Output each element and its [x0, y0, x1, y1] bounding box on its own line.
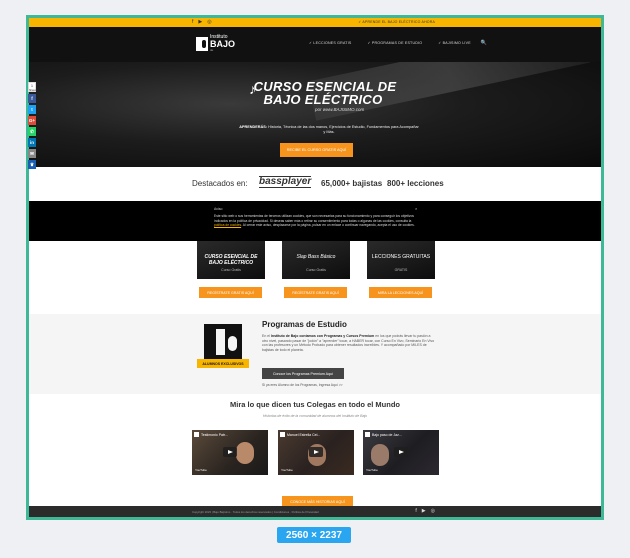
brand-bajistas: 65,000+ bajistas [321, 179, 383, 188]
share-twitter-icon[interactable]: t [28, 105, 36, 114]
play-icon[interactable] [309, 447, 323, 457]
nav-item-programas[interactable]: ✓ PROGRAMAS DE ESTUDIO [368, 41, 423, 46]
channel-logo-icon [280, 432, 285, 437]
browser-frame: f ▶ ◎ ✓ APRENDE EL BAJO ELÉCTRICO AHORA … [26, 15, 604, 520]
footer-social-links: f ▶ ◎ [415, 508, 435, 514]
register-slap-button[interactable]: REGÍSTRATE GRATIS AQUÍ [284, 287, 347, 298]
youtube-logo: YouTube [366, 468, 378, 472]
programs-text: En el Instituto de Bajo contamos con Pro… [262, 334, 435, 353]
cookie-notice: Aviso × Este sitio web o sus herramienta… [29, 201, 601, 241]
facebook-icon[interactable]: f [415, 508, 416, 514]
channel-logo-icon [365, 432, 370, 437]
youtube-logo: YouTube [281, 468, 293, 472]
testimonials-subheading: Historias de éxito de la comunidad de al… [262, 414, 368, 418]
main-nav: Instituto BAJO de ✓ LECCIONES GRATIS ✓ P… [29, 27, 601, 62]
top-cta-link[interactable]: ✓ APRENDE EL BAJO ELÉCTRICO AHORA [358, 20, 435, 24]
close-icon[interactable]: × [415, 206, 417, 211]
view-lecciones-button[interactable]: MIRA LA LECCIONES AQUÍ [369, 287, 432, 298]
share-whatsapp-icon[interactable]: ✆ [28, 127, 36, 136]
exclusive-ribbon: ALUMNOS EXCLUSIVOS [197, 359, 249, 368]
hero-title-line-2: BAJO ELÉCTRICO [263, 92, 383, 107]
logo-mark [196, 36, 208, 51]
video-testimonial-3[interactable]: Bajo paso de Jaz... YouTube [363, 430, 439, 475]
page: f ▶ ◎ ✓ APRENDE EL BAJO ELÉCTRICO AHORA … [29, 18, 601, 517]
top-bar: f ▶ ◎ ✓ APRENDE EL BAJO ELÉCTRICO AHORA [29, 18, 601, 27]
register-esencial-button[interactable]: REGÍSTRATE GRATIS AQUÍ [199, 287, 262, 298]
course-card-esencial[interactable]: CURSO ESENCIAL DE BAJO ELÉCTRICO Curso G… [197, 241, 265, 279]
cookie-text: Este sitio web o sus herramientas de ter… [214, 214, 415, 227]
share-linkedin-icon[interactable]: in [28, 138, 36, 147]
featured-label: Destacados en: [192, 179, 248, 188]
share-count: 1 Shares [28, 82, 37, 92]
footer: Copyright 2023 | Bajo Bajísimo · Todos l… [29, 506, 601, 517]
logo-line-2: BAJO [210, 39, 236, 49]
youtube-logo: YouTube [195, 468, 207, 472]
share-email-icon[interactable]: ✉ [28, 149, 36, 158]
share-sidebar: 1 Shares f t G+ ✆ in ✉ ♛ [28, 82, 37, 169]
hero-banner: ♪ CURSO ESENCIAL DE BAJO ELÉCTRICO por w… [29, 62, 601, 167]
testimonials-heading: Mira lo que dicen tus Colegas en todo el… [229, 400, 400, 409]
instagram-icon[interactable]: ◎ [431, 508, 435, 514]
nav-menu: ✓ LECCIONES GRATIS ✓ PROGRAMAS DE ESTUDI… [309, 40, 487, 46]
hero-cta-button[interactable]: RECIBE EL CURSO GRATIS AQUÍ [280, 143, 353, 157]
nav-item-lecciones[interactable]: ✓ LECCIONES GRATIS [309, 41, 352, 46]
course-card-slap[interactable]: Slap Bass Básico Curso Gratis [282, 241, 350, 279]
youtube-icon[interactable]: ▶ [198, 19, 202, 26]
channel-logo-icon [194, 432, 199, 437]
institute-logo [200, 324, 246, 362]
logo-line-3: de [210, 48, 214, 52]
featured-in: Destacados en: bassplayer 65,000+ bajist… [29, 167, 601, 201]
course-cards: CURSO ESENCIAL DE BAJO ELÉCTRICO Curso G… [29, 241, 601, 314]
instagram-icon[interactable]: ◎ [207, 19, 211, 26]
play-icon[interactable] [394, 447, 408, 457]
play-icon[interactable] [223, 447, 237, 457]
youtube-icon[interactable]: ▶ [422, 508, 426, 514]
brand-lecciones: 800+ lecciones [387, 179, 444, 188]
cookie-heading: Aviso [214, 207, 223, 211]
brand-bassplayer: bassplayer [259, 176, 312, 188]
hero-subtitle: APRENDERÁS: Historia, Técnica de las dos… [239, 125, 419, 134]
cookie-policy-link[interactable]: política de cookies [214, 223, 241, 227]
share-google-plus-icon[interactable]: G+ [28, 116, 36, 125]
student-login-link[interactable]: Si ya eres Alumno de los Programas, Ingr… [262, 383, 343, 387]
share-facebook-icon[interactable]: f [28, 94, 36, 103]
video-testimonial-1[interactable]: Testimonio Patr... YouTube [192, 430, 268, 475]
programs-section: ALUMNOS EXCLUSIVOS Programas de Estudio … [29, 314, 601, 394]
course-card-lecciones[interactable]: LECCIONES GRATUITAS GRATIS [367, 241, 435, 279]
video-testimonial-2[interactable]: Manuel Estrella Cel... YouTube [278, 430, 354, 475]
top-social-links: f ▶ ◎ [192, 19, 212, 26]
testimonials-section: Mira lo que dicen tus Colegas en todo el… [29, 394, 601, 507]
share-crown-icon[interactable]: ♛ [28, 160, 36, 169]
nav-item-live[interactable]: ✓ BAJISIMO LIVE [438, 41, 471, 46]
footer-copyright: Copyright 2023 | Bajo Bajísimo · Todos l… [192, 510, 319, 514]
premium-programs-button[interactable]: Conoce los Programas Premium Aquí [262, 368, 344, 379]
search-icon[interactable]: 🔍 [481, 40, 487, 46]
hero-byline: por www.BAJISIMO.com [315, 107, 365, 112]
site-logo[interactable]: Instituto BAJO de [196, 35, 235, 52]
programs-heading: Programas de Estudio [262, 320, 347, 329]
facebook-icon[interactable]: f [192, 19, 193, 26]
dimension-badge: 2560 × 2237 [277, 527, 351, 543]
